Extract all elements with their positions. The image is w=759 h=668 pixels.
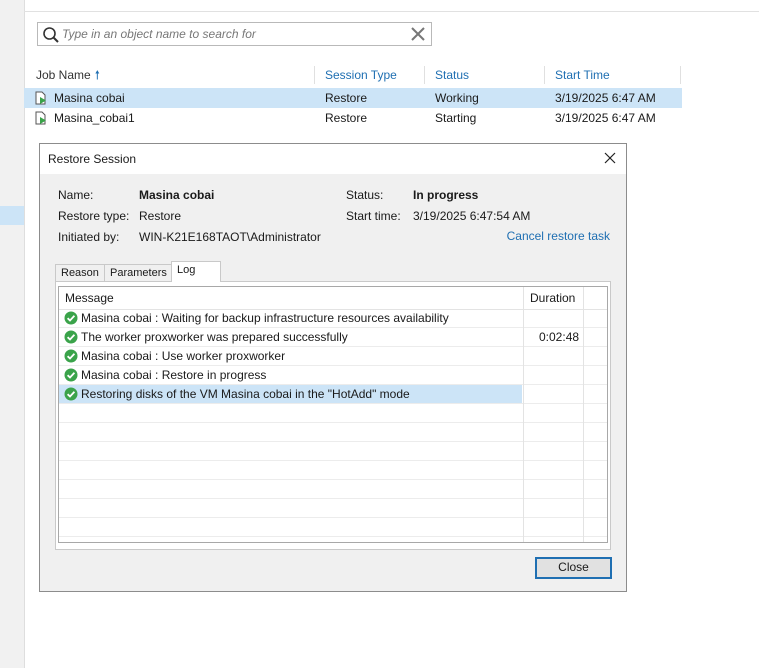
- log-grid: Message Duration Masina cobai : Waiting …: [58, 286, 608, 543]
- dialog-titlebar: Restore Session: [40, 144, 626, 174]
- column-message[interactable]: Message: [65, 291, 114, 305]
- job-session-type: Restore: [325, 111, 368, 125]
- log-panel: Message Duration Masina cobai : Waiting …: [55, 281, 611, 550]
- empty-row: [59, 518, 607, 537]
- start-time-label: Start time:: [346, 209, 401, 223]
- restore-job-icon: [35, 91, 46, 105]
- restore-type-label: Restore type:: [58, 209, 130, 223]
- tab-log[interactable]: Log: [171, 261, 221, 282]
- log-message: The worker proxworker was prepared succe…: [81, 330, 348, 344]
- search-input[interactable]: [62, 25, 402, 43]
- left-panel-selected-item[interactable]: [0, 206, 24, 225]
- empty-row: [59, 423, 607, 442]
- status-value: In progress: [413, 188, 479, 202]
- tab-parameters[interactable]: Parameters: [104, 264, 172, 281]
- log-row[interactable]: Masina cobai : Waiting for backup infras…: [59, 309, 607, 328]
- log-message: Masina cobai : Use worker proxworker: [81, 349, 286, 363]
- log-message: Restoring disks of the VM Masina cobai i…: [81, 387, 410, 401]
- tab-reason[interactable]: Reason: [55, 264, 105, 281]
- restore-job-icon: [35, 111, 46, 125]
- success-check-icon: [64, 311, 78, 325]
- close-icon[interactable]: [602, 150, 618, 166]
- log-header: Message Duration: [59, 287, 607, 310]
- empty-row: [59, 499, 607, 518]
- restore-session-dialog: Restore Session Name: Masina cobai Resto…: [39, 143, 627, 592]
- success-check-icon: [64, 368, 78, 382]
- name-label: Name:: [58, 188, 94, 202]
- dialog-title: Restore Session: [48, 152, 137, 166]
- column-status[interactable]: Status: [435, 64, 469, 86]
- empty-row: [59, 461, 607, 480]
- job-name: Masina_cobai1: [54, 111, 135, 125]
- search-icon: [43, 27, 59, 43]
- empty-row: [59, 404, 607, 423]
- success-check-icon: [64, 330, 78, 344]
- job-row[interactable]: Masina_cobai1 Restore Starting 3/19/2025…: [24, 108, 682, 128]
- column-divider: [523, 287, 524, 542]
- job-row[interactable]: Masina cobai Restore Working 3/19/2025 6…: [24, 88, 682, 108]
- success-check-icon: [64, 349, 78, 363]
- success-check-icon: [64, 387, 78, 401]
- column-job-name-label: Job Name: [36, 68, 91, 82]
- empty-row: [59, 442, 607, 461]
- log-row[interactable]: Masina cobai : Use worker proxworker: [59, 347, 607, 366]
- start-time-value: 3/19/2025 6:47:54 AM: [413, 209, 531, 223]
- column-start-time[interactable]: Start Time: [555, 64, 610, 86]
- clear-search-icon[interactable]: [409, 25, 427, 43]
- log-row[interactable]: Masina cobai : Restore in progress: [59, 366, 607, 385]
- job-session-type: Restore: [325, 91, 368, 105]
- name-value: Masina cobai: [139, 188, 215, 202]
- restore-type-value: Restore: [139, 209, 182, 223]
- log-message: Masina cobai : Restore in progress: [81, 368, 267, 382]
- log-duration: 0:02:48: [539, 330, 580, 344]
- job-start-time: 3/19/2025 6:47 AM: [555, 111, 656, 125]
- job-start-time: 3/19/2025 6:47 AM: [555, 91, 656, 105]
- jobs-table-header: Job Name 🠕 Session Type Status Start Time: [24, 64, 682, 86]
- column-duration[interactable]: Duration: [530, 291, 575, 305]
- cancel-restore-link[interactable]: Cancel restore task: [507, 229, 610, 243]
- sort-ascending-icon: 🠕: [94, 68, 100, 82]
- log-row[interactable]: Restoring disks of the VM Masina cobai i…: [59, 385, 607, 404]
- toolbar-divider: [24, 11, 759, 12]
- column-session-type[interactable]: Session Type: [325, 64, 397, 86]
- initiated-by-label: Initiated by:: [58, 230, 120, 244]
- column-divider: [583, 287, 584, 542]
- empty-row: [59, 480, 607, 499]
- column-job-name[interactable]: Job Name 🠕: [36, 64, 100, 86]
- log-message: Masina cobai : Waiting for backup infras…: [81, 311, 449, 325]
- left-panel: [0, 0, 25, 668]
- close-button[interactable]: Close: [535, 557, 612, 579]
- log-row[interactable]: The worker proxworker was prepared succe…: [59, 328, 607, 347]
- job-status: Working: [435, 91, 479, 105]
- job-name: Masina cobai: [54, 91, 125, 105]
- status-label: Status:: [346, 188, 384, 202]
- initiated-by-value: WIN-K21E168TAOT\Administrator: [139, 230, 321, 244]
- search-box[interactable]: [37, 22, 432, 46]
- job-status: Starting: [435, 111, 477, 125]
